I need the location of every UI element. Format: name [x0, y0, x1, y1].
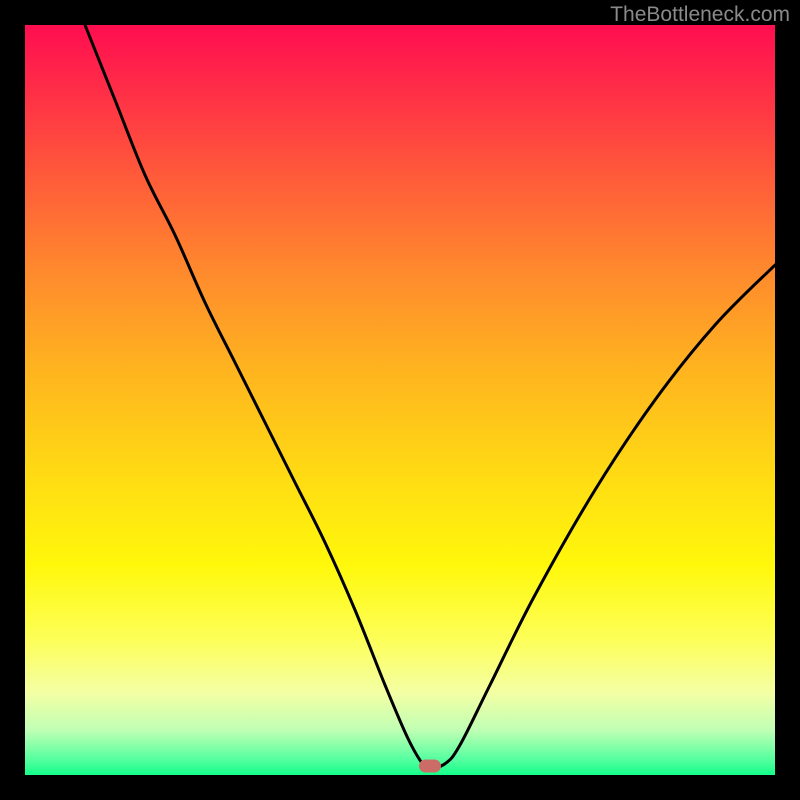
bottleneck-curve — [25, 25, 775, 775]
plot-area — [25, 25, 775, 775]
optimal-marker — [419, 760, 441, 773]
chart-frame: TheBottleneck.com — [0, 0, 800, 800]
watermark-text: TheBottleneck.com — [610, 3, 790, 27]
